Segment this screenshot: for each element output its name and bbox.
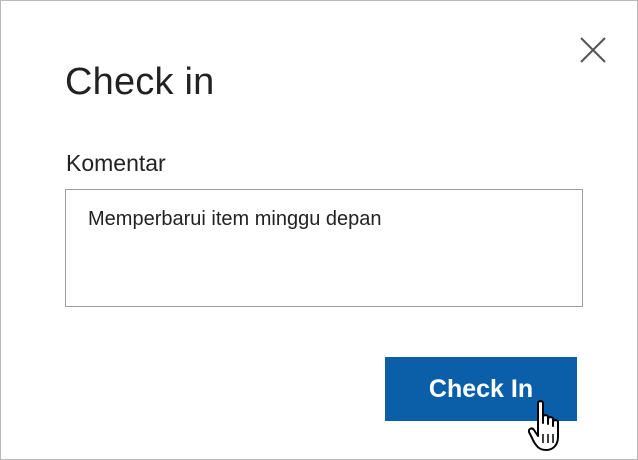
close-icon (580, 37, 606, 63)
check-in-dialog: Check in Komentar Check In (0, 0, 638, 460)
comment-input[interactable] (65, 189, 583, 307)
dialog-title: Check in (65, 61, 215, 103)
check-in-button[interactable]: Check In (385, 357, 577, 421)
comment-label: Komentar (66, 150, 166, 176)
close-button[interactable] (579, 36, 607, 64)
